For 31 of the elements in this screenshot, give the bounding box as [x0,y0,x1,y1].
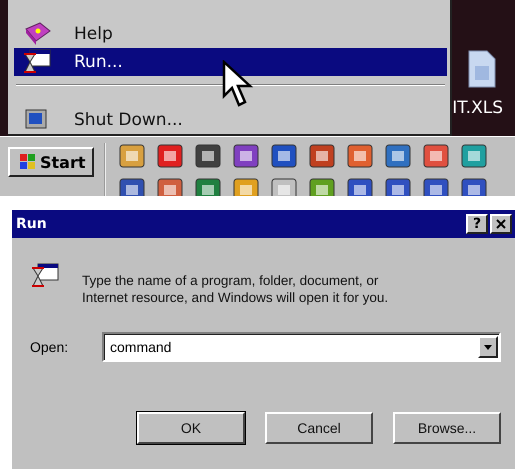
open-input-field[interactable]: command [102,332,501,362]
document-icon [467,50,497,88]
file-label: IT.XLS [452,98,503,118]
instruction-text: Type the name of a program, folder, document, or Internet resource, and Windows will open it for you. [82,272,390,306]
close-icon [496,219,506,229]
program-icon[interactable] [308,143,336,169]
program-icon[interactable] [422,143,450,169]
dialog-button[interactable]: OK [137,412,245,444]
dialog-title: Run [16,216,48,232]
mouse-pointer-icon [222,60,254,108]
program-icon[interactable] [194,143,222,169]
program-icon[interactable] [460,143,488,169]
program-icon[interactable] [156,143,184,169]
menu-item[interactable]: Shut Down... [14,106,447,134]
dialog-button[interactable]: Cancel [265,412,373,444]
close-button[interactable] [490,214,512,234]
program-icon[interactable] [118,143,146,169]
program-icon[interactable] [232,143,260,169]
program-icon[interactable] [384,143,412,169]
dropdown-button[interactable] [478,336,498,358]
start-button[interactable]: Start [8,147,94,177]
menu-item[interactable]: Help [14,20,447,48]
program-icon[interactable] [346,143,374,169]
dialog-button[interactable]: Browse... [393,412,501,444]
help-button[interactable]: ? [466,214,488,234]
open-label: Open: [30,339,70,355]
window-hourglass-icon [22,48,52,76]
program-icon[interactable] [270,143,298,169]
window-hourglass-icon [30,262,60,290]
menu-item[interactable]: Run... [14,48,447,76]
dropdown-arrow-icon [484,344,492,350]
